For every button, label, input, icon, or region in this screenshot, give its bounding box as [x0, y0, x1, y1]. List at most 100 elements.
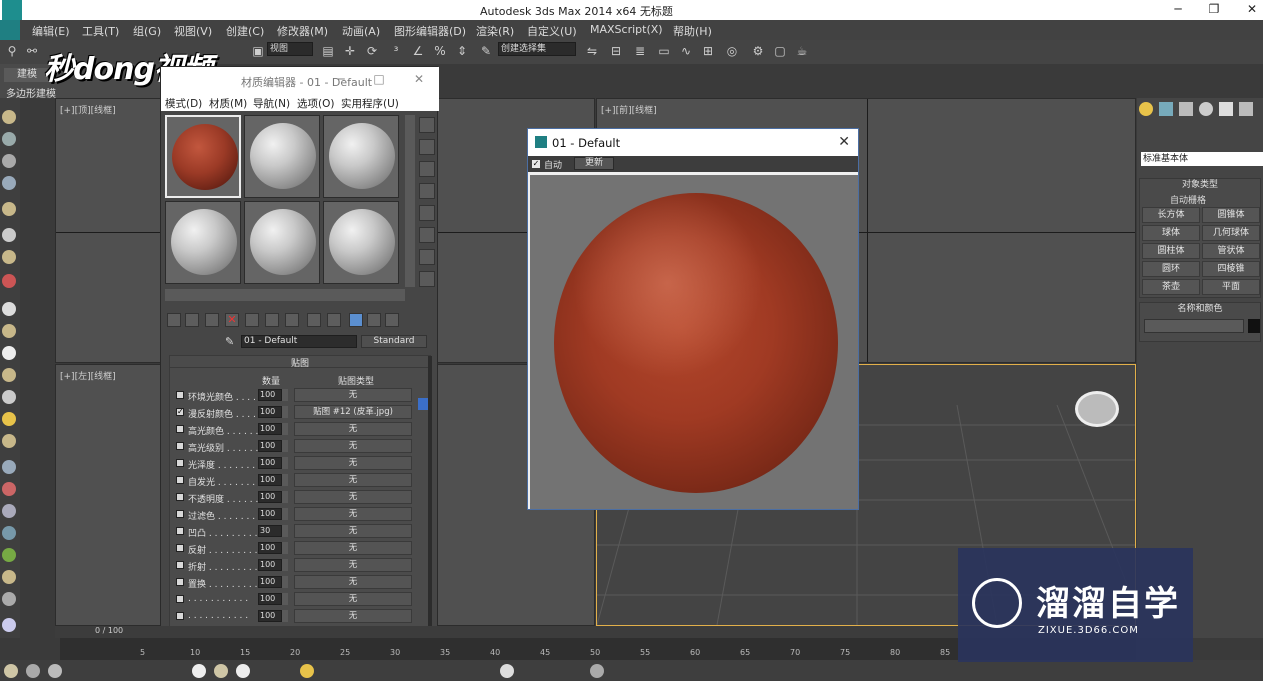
cylinder-icon[interactable] — [236, 664, 250, 678]
map-enable-checkbox[interactable] — [176, 425, 184, 433]
plane-icon[interactable] — [2, 302, 16, 316]
options-icon[interactable] — [419, 249, 435, 265]
go-forward-icon[interactable] — [385, 313, 399, 327]
map-assign-indicator-icon[interactable] — [418, 398, 428, 410]
minimize-icon[interactable]: ─ — [331, 72, 351, 86]
map-slot-button[interactable]: 无 — [294, 439, 412, 453]
tube-icon[interactable] — [2, 460, 16, 474]
map-slot-button[interactable]: 贴图 #12 (皮革.jpg) — [294, 405, 412, 419]
map-amount-field[interactable]: 100 — [258, 389, 282, 401]
object-color-swatch[interactable] — [1248, 319, 1260, 333]
go-to-parent-icon[interactable] — [367, 313, 381, 327]
map-enable-checkbox[interactable] — [176, 493, 184, 501]
object-category-dropdown[interactable]: 标准基本体 — [1141, 152, 1263, 166]
angle-snap-icon[interactable]: ∠ — [410, 43, 426, 59]
teapot-button[interactable]: 茶壶 — [1142, 279, 1200, 295]
menu-create[interactable]: 创建(C) — [226, 23, 264, 39]
map-enable-checkbox[interactable]: ✓ — [176, 408, 184, 416]
menu-group[interactable]: 组(G) — [133, 23, 161, 39]
map-amount-spinner[interactable] — [282, 525, 288, 537]
geosphere-icon[interactable] — [2, 434, 16, 448]
torus-icon[interactable] — [2, 368, 16, 382]
map-enable-checkbox[interactable] — [176, 612, 184, 620]
align-icon[interactable]: ⊟ — [608, 43, 624, 59]
map-amount-field[interactable]: 100 — [258, 440, 282, 452]
maps-scrollbar[interactable] — [428, 356, 432, 636]
map-amount-spinner[interactable] — [282, 440, 288, 452]
viewport-front-label[interactable]: [+][前][线框] — [601, 103, 657, 116]
video-color-icon[interactable] — [419, 205, 435, 221]
sun-icon[interactable] — [2, 412, 16, 426]
map-slot-button[interactable]: 无 — [294, 524, 412, 538]
map-amount-field[interactable]: 100 — [258, 593, 282, 605]
map-amount-field[interactable]: 100 — [258, 610, 282, 622]
spinner-snap-icon[interactable]: ⇕ — [454, 43, 470, 59]
sun-icon[interactable] — [300, 664, 314, 678]
menu-help[interactable]: 帮助(H) — [673, 23, 712, 39]
mirror-icon[interactable]: ⇋ — [584, 43, 600, 59]
hierarchy-tab-icon[interactable] — [1179, 102, 1193, 116]
copy-material-icon[interactable] — [245, 313, 259, 327]
map-amount-spinner[interactable] — [282, 457, 288, 469]
material-slot-6[interactable] — [323, 201, 399, 284]
map-enable-checkbox[interactable] — [176, 578, 184, 586]
material-slot-2[interactable] — [244, 115, 320, 198]
material-slot-1[interactable] — [165, 115, 241, 198]
sphere-icon[interactable] — [2, 324, 16, 338]
map-amount-spinner[interactable] — [282, 576, 288, 588]
map-amount-spinner[interactable] — [282, 508, 288, 520]
map-amount-field[interactable]: 100 — [258, 559, 282, 571]
map-amount-spinner[interactable] — [282, 474, 288, 486]
rock-icon[interactable] — [2, 592, 16, 606]
plane-icon[interactable] — [192, 664, 206, 678]
map-enable-checkbox[interactable] — [176, 459, 184, 467]
box-button[interactable]: 长方体 — [1142, 207, 1200, 223]
background-icon[interactable] — [419, 161, 435, 177]
cylinder-icon[interactable] — [2, 346, 16, 360]
close-icon[interactable]: ✕ — [409, 72, 429, 86]
map-enable-checkbox[interactable] — [176, 527, 184, 535]
utilities-tab-icon[interactable] — [1239, 102, 1253, 116]
viewcube-icon[interactable] — [1075, 391, 1119, 427]
pyramid-button[interactable]: 四棱锥 — [1202, 261, 1260, 277]
cone-icon[interactable] — [2, 390, 16, 404]
map-slot-button[interactable]: 无 — [294, 592, 412, 606]
show-map-icon[interactable] — [327, 313, 341, 327]
menu-material[interactable]: 材质(M) — [209, 96, 247, 111]
assign-material-icon[interactable] — [205, 313, 219, 327]
ribbon-toggle-icon[interactable]: ▭ — [656, 43, 672, 59]
render-frame-icon[interactable]: ▢ — [772, 43, 788, 59]
backlight-icon[interactable] — [419, 139, 435, 155]
map-amount-spinner[interactable] — [282, 389, 288, 401]
select-by-material-icon[interactable] — [419, 271, 435, 287]
slots-hscrollbar[interactable] — [165, 289, 405, 301]
menu-modes[interactable]: 模式(D) — [165, 96, 202, 111]
close-icon[interactable]: ✕ — [1242, 2, 1262, 16]
menu-tools[interactable]: 工具(T) — [82, 23, 119, 39]
box-icon[interactable] — [26, 664, 40, 678]
hair-icon[interactable] — [2, 570, 16, 584]
map-amount-field[interactable]: 100 — [258, 491, 282, 503]
map-slot-button[interactable]: 无 — [294, 456, 412, 470]
cylinder-button[interactable]: 圆柱体 — [1142, 243, 1200, 259]
map-amount-field[interactable]: 100 — [258, 576, 282, 588]
map-slot-button[interactable]: 无 — [294, 422, 412, 436]
select-by-name-icon[interactable]: ▤ — [320, 43, 336, 59]
reference-coord-dropdown[interactable]: 视图 — [267, 42, 313, 56]
material-slot-5[interactable] — [244, 201, 320, 284]
map-amount-spinner[interactable] — [282, 423, 288, 435]
plant-icon[interactable] — [2, 548, 16, 562]
material-slot-4[interactable] — [165, 201, 241, 284]
map-amount-field[interactable]: 100 — [258, 457, 282, 469]
list-icon[interactable] — [2, 176, 16, 190]
box-icon[interactable] — [2, 132, 16, 146]
viewport-top-label[interactable]: [+][顶][线框] — [60, 103, 116, 116]
map-enable-checkbox[interactable] — [176, 561, 184, 569]
map-enable-checkbox[interactable] — [176, 476, 184, 484]
modify-tab-icon[interactable] — [1159, 102, 1173, 116]
pyramid-icon[interactable] — [2, 482, 16, 496]
motion-tab-icon[interactable] — [1199, 102, 1213, 116]
menu-graph-editors[interactable]: 图形编辑器(D) — [394, 23, 466, 39]
teapot-icon[interactable] — [2, 110, 16, 124]
object-name-field[interactable] — [1144, 319, 1244, 333]
